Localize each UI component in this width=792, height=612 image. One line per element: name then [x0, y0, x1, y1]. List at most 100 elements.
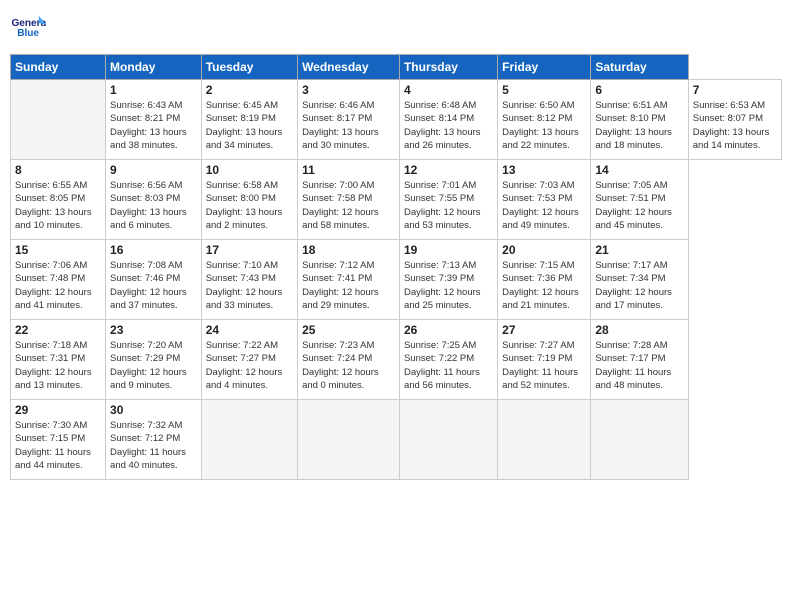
- calendar-day-cell: 22 Sunrise: 7:18 AMSunset: 7:31 PMDayligh…: [11, 320, 106, 400]
- calendar-day-cell: 11 Sunrise: 7:00 AMSunset: 7:58 PMDayligh…: [298, 160, 400, 240]
- day-number: 17: [206, 243, 293, 257]
- calendar-week-row: 29 Sunrise: 7:30 AMSunset: 7:15 PMDayligh…: [11, 400, 782, 480]
- day-info: Sunrise: 6:58 AMSunset: 8:00 PMDaylight:…: [206, 179, 293, 232]
- day-number: 6: [595, 83, 683, 97]
- day-info: Sunrise: 6:51 AMSunset: 8:10 PMDaylight:…: [595, 99, 683, 152]
- day-info: Sunrise: 7:08 AMSunset: 7:46 PMDaylight:…: [110, 259, 197, 312]
- day-number: 30: [110, 403, 197, 417]
- day-info: Sunrise: 6:43 AMSunset: 8:21 PMDaylight:…: [110, 99, 197, 152]
- calendar-week-row: 8Sunrise: 6:55 AMSunset: 8:05 PMDaylight…: [11, 160, 782, 240]
- weekday-header-monday: Monday: [106, 55, 202, 80]
- calendar-day-cell: [498, 400, 591, 480]
- day-info: Sunrise: 7:10 AMSunset: 7:43 PMDaylight:…: [206, 259, 293, 312]
- calendar-day-cell: 24 Sunrise: 7:22 AMSunset: 7:27 PMDayligh…: [201, 320, 297, 400]
- day-info: Sunrise: 7:06 AMSunset: 7:48 PMDaylight:…: [15, 259, 101, 312]
- day-number: 29: [15, 403, 101, 417]
- day-number: 27: [502, 323, 586, 337]
- calendar-day-cell: 23Sunrise: 7:20 AMSunset: 7:29 PMDayligh…: [106, 320, 202, 400]
- day-number: 22: [15, 323, 101, 337]
- day-number: 18: [302, 243, 395, 257]
- day-info: Sunrise: 7:03 AMSunset: 7:53 PMDaylight:…: [502, 179, 586, 232]
- calendar-week-row: 15 Sunrise: 7:06 AMSunset: 7:48 PMDayligh…: [11, 240, 782, 320]
- calendar-day-cell: 5 Sunrise: 6:50 AMSunset: 8:12 PMDaylight…: [498, 80, 591, 160]
- logo: General Blue: [10, 10, 46, 46]
- day-number: 7: [693, 83, 777, 97]
- day-number: 10: [206, 163, 293, 177]
- day-info: Sunrise: 7:01 AMSunset: 7:55 PMDaylight:…: [404, 179, 493, 232]
- day-info: Sunrise: 7:18 AMSunset: 7:31 PMDaylight:…: [15, 339, 101, 392]
- day-info: Sunrise: 7:13 AMSunset: 7:39 PMDaylight:…: [404, 259, 493, 312]
- calendar-day-cell: 15 Sunrise: 7:06 AMSunset: 7:48 PMDayligh…: [11, 240, 106, 320]
- day-number: 20: [502, 243, 586, 257]
- day-info: Sunrise: 6:50 AMSunset: 8:12 PMDaylight:…: [502, 99, 586, 152]
- day-info: Sunrise: 7:32 AMSunset: 7:12 PMDaylight:…: [110, 419, 197, 472]
- day-number: 21: [595, 243, 683, 257]
- day-info: Sunrise: 7:30 AMSunset: 7:15 PMDaylight:…: [15, 419, 101, 472]
- day-number: 14: [595, 163, 683, 177]
- calendar-day-cell: 4 Sunrise: 6:48 AMSunset: 8:14 PMDaylight…: [399, 80, 497, 160]
- calendar-day-cell: 6 Sunrise: 6:51 AMSunset: 8:10 PMDaylight…: [591, 80, 688, 160]
- day-number: 1: [110, 83, 197, 97]
- calendar-day-cell: 21 Sunrise: 7:17 AMSunset: 7:34 PMDayligh…: [591, 240, 688, 320]
- calendar-table: SundayMondayTuesdayWednesdayThursdayFrid…: [10, 54, 782, 480]
- day-info: Sunrise: 6:53 AMSunset: 8:07 PMDaylight:…: [693, 99, 777, 152]
- weekday-header-thursday: Thursday: [399, 55, 497, 80]
- day-info: Sunrise: 6:56 AMSunset: 8:03 PMDaylight:…: [110, 179, 197, 232]
- day-info: Sunrise: 7:27 AMSunset: 7:19 PMDaylight:…: [502, 339, 586, 392]
- day-number: 13: [502, 163, 586, 177]
- day-number: 19: [404, 243, 493, 257]
- calendar-day-cell: 18Sunrise: 7:12 AMSunset: 7:41 PMDayligh…: [298, 240, 400, 320]
- day-info: Sunrise: 6:48 AMSunset: 8:14 PMDaylight:…: [404, 99, 493, 152]
- day-info: Sunrise: 7:17 AMSunset: 7:34 PMDaylight:…: [595, 259, 683, 312]
- calendar-day-cell: 26Sunrise: 7:25 AMSunset: 7:22 PMDayligh…: [399, 320, 497, 400]
- calendar-day-cell: [399, 400, 497, 480]
- weekday-header-sunday: Sunday: [11, 55, 106, 80]
- day-number: 12: [404, 163, 493, 177]
- calendar-day-cell: 30 Sunrise: 7:32 AMSunset: 7:12 PMDayligh…: [106, 400, 202, 480]
- day-info: Sunrise: 7:22 AMSunset: 7:27 PMDaylight:…: [206, 339, 293, 392]
- logo-icon: General Blue: [10, 10, 46, 46]
- day-number: 25: [302, 323, 395, 337]
- weekday-header-saturday: Saturday: [591, 55, 688, 80]
- day-number: 2: [206, 83, 293, 97]
- day-info: Sunrise: 7:28 AMSunset: 7:17 PMDaylight:…: [595, 339, 683, 392]
- calendar-day-cell: 8Sunrise: 6:55 AMSunset: 8:05 PMDaylight…: [11, 160, 106, 240]
- day-info: Sunrise: 6:45 AMSunset: 8:19 PMDaylight:…: [206, 99, 293, 152]
- calendar-day-cell: 2 Sunrise: 6:45 AMSunset: 8:19 PMDaylight…: [201, 80, 297, 160]
- day-info: Sunrise: 7:00 AMSunset: 7:58 PMDaylight:…: [302, 179, 395, 232]
- day-number: 24: [206, 323, 293, 337]
- calendar-day-cell: 14Sunrise: 7:05 AMSunset: 7:51 PMDayligh…: [591, 160, 688, 240]
- day-number: 9: [110, 163, 197, 177]
- weekday-header-wednesday: Wednesday: [298, 55, 400, 80]
- day-number: 26: [404, 323, 493, 337]
- calendar-day-cell: 1 Sunrise: 6:43 AMSunset: 8:21 PMDaylight…: [106, 80, 202, 160]
- calendar-day-cell: 3Sunrise: 6:46 AMSunset: 8:17 PMDaylight…: [298, 80, 400, 160]
- day-number: 11: [302, 163, 395, 177]
- day-info: Sunrise: 7:15 AMSunset: 7:36 PMDaylight:…: [502, 259, 586, 312]
- day-number: 15: [15, 243, 101, 257]
- calendar-day-cell: 29 Sunrise: 7:30 AMSunset: 7:15 PMDayligh…: [11, 400, 106, 480]
- calendar-day-cell: 19 Sunrise: 7:13 AMSunset: 7:39 PMDayligh…: [399, 240, 497, 320]
- calendar-week-row: 22 Sunrise: 7:18 AMSunset: 7:31 PMDayligh…: [11, 320, 782, 400]
- calendar-day-cell: 28 Sunrise: 7:28 AMSunset: 7:17 PMDayligh…: [591, 320, 688, 400]
- calendar-day-cell: 17 Sunrise: 7:10 AMSunset: 7:43 PMDayligh…: [201, 240, 297, 320]
- day-number: 5: [502, 83, 586, 97]
- day-number: 4: [404, 83, 493, 97]
- calendar-day-cell: 27 Sunrise: 7:27 AMSunset: 7:19 PMDayligh…: [498, 320, 591, 400]
- empty-cell: [11, 80, 106, 160]
- calendar-day-cell: 7 Sunrise: 6:53 AMSunset: 8:07 PMDaylight…: [688, 80, 781, 160]
- calendar-day-cell: 16Sunrise: 7:08 AMSunset: 7:46 PMDayligh…: [106, 240, 202, 320]
- weekday-header-friday: Friday: [498, 55, 591, 80]
- calendar-day-cell: [201, 400, 297, 480]
- calendar-day-cell: 12 Sunrise: 7:01 AMSunset: 7:55 PMDayligh…: [399, 160, 497, 240]
- day-info: Sunrise: 6:46 AMSunset: 8:17 PMDaylight:…: [302, 99, 395, 152]
- calendar-day-cell: 10 Sunrise: 6:58 AMSunset: 8:00 PMDayligh…: [201, 160, 297, 240]
- day-info: Sunrise: 7:23 AMSunset: 7:24 PMDaylight:…: [302, 339, 395, 392]
- calendar-day-cell: [298, 400, 400, 480]
- calendar-day-cell: 9 Sunrise: 6:56 AMSunset: 8:03 PMDaylight…: [106, 160, 202, 240]
- calendar-day-cell: 20 Sunrise: 7:15 AMSunset: 7:36 PMDayligh…: [498, 240, 591, 320]
- svg-text:Blue: Blue: [17, 28, 39, 39]
- page-header: General Blue: [10, 10, 782, 46]
- calendar-day-cell: 13 Sunrise: 7:03 AMSunset: 7:53 PMDayligh…: [498, 160, 591, 240]
- day-number: 28: [595, 323, 683, 337]
